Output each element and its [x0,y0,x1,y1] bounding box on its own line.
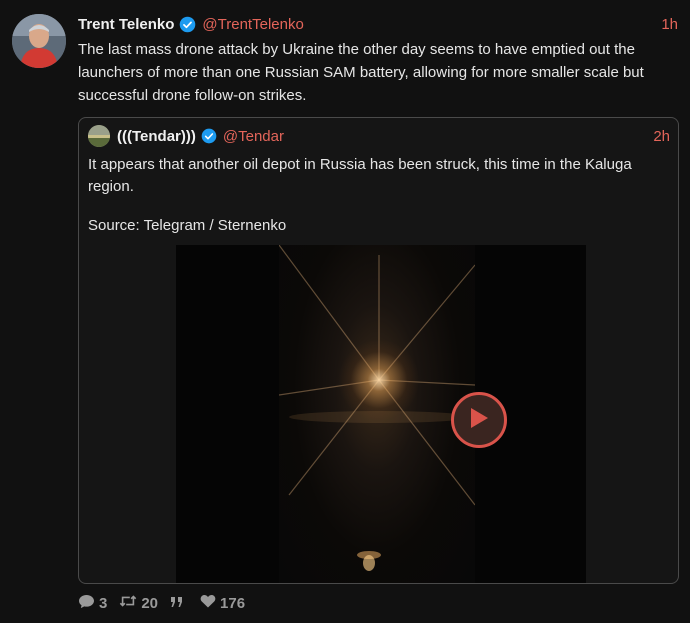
author-handle[interactable]: @TrentTelenko [202,16,303,33]
quoted-author-handle[interactable]: @Tendar [223,128,284,145]
comment-icon [78,594,99,613]
avatar[interactable] [12,14,66,68]
video-glow [339,340,419,420]
quoted-author-name[interactable]: (((Tendar))) [117,128,196,145]
verified-icon [201,128,217,144]
like-button[interactable]: 176 [200,594,245,612]
play-button[interactable] [451,392,507,448]
verified-icon [179,16,196,33]
post-text: The last mass drone attack by Ukraine th… [78,41,644,104]
quote-button[interactable] [170,595,188,612]
quote-icon [170,595,188,612]
action-bar: 3 20 176 [78,593,257,613]
video-player[interactable] [176,245,586,583]
quoted-author-row: (((Tendar))) @Tendar 2h [117,126,670,146]
reply-count: 3 [99,594,108,612]
author-row: Trent Telenko @TrentTelenko 1h [78,13,678,35]
video-frame [279,245,475,583]
play-icon [468,406,490,435]
quoted-post-time[interactable]: 2h [653,128,670,145]
reply-button[interactable]: 3 [78,594,107,613]
quoted-source: Source: Telegram / Sternenko [88,217,287,234]
post-time[interactable]: 1h [661,16,678,33]
quoted-text: It appears that another oil depot in Rus… [88,156,632,195]
heart-icon [200,594,220,612]
like-count: 176 [220,594,246,612]
quoted-tweet[interactable]: (((Tendar))) @Tendar 2h It appears that … [78,117,679,584]
quoted-avatar[interactable] [88,125,110,147]
retweet-count: 20 [141,594,159,612]
author-name[interactable]: Trent Telenko [78,16,174,33]
retweet-icon [119,594,141,612]
retweet-button[interactable]: 20 [119,594,158,612]
